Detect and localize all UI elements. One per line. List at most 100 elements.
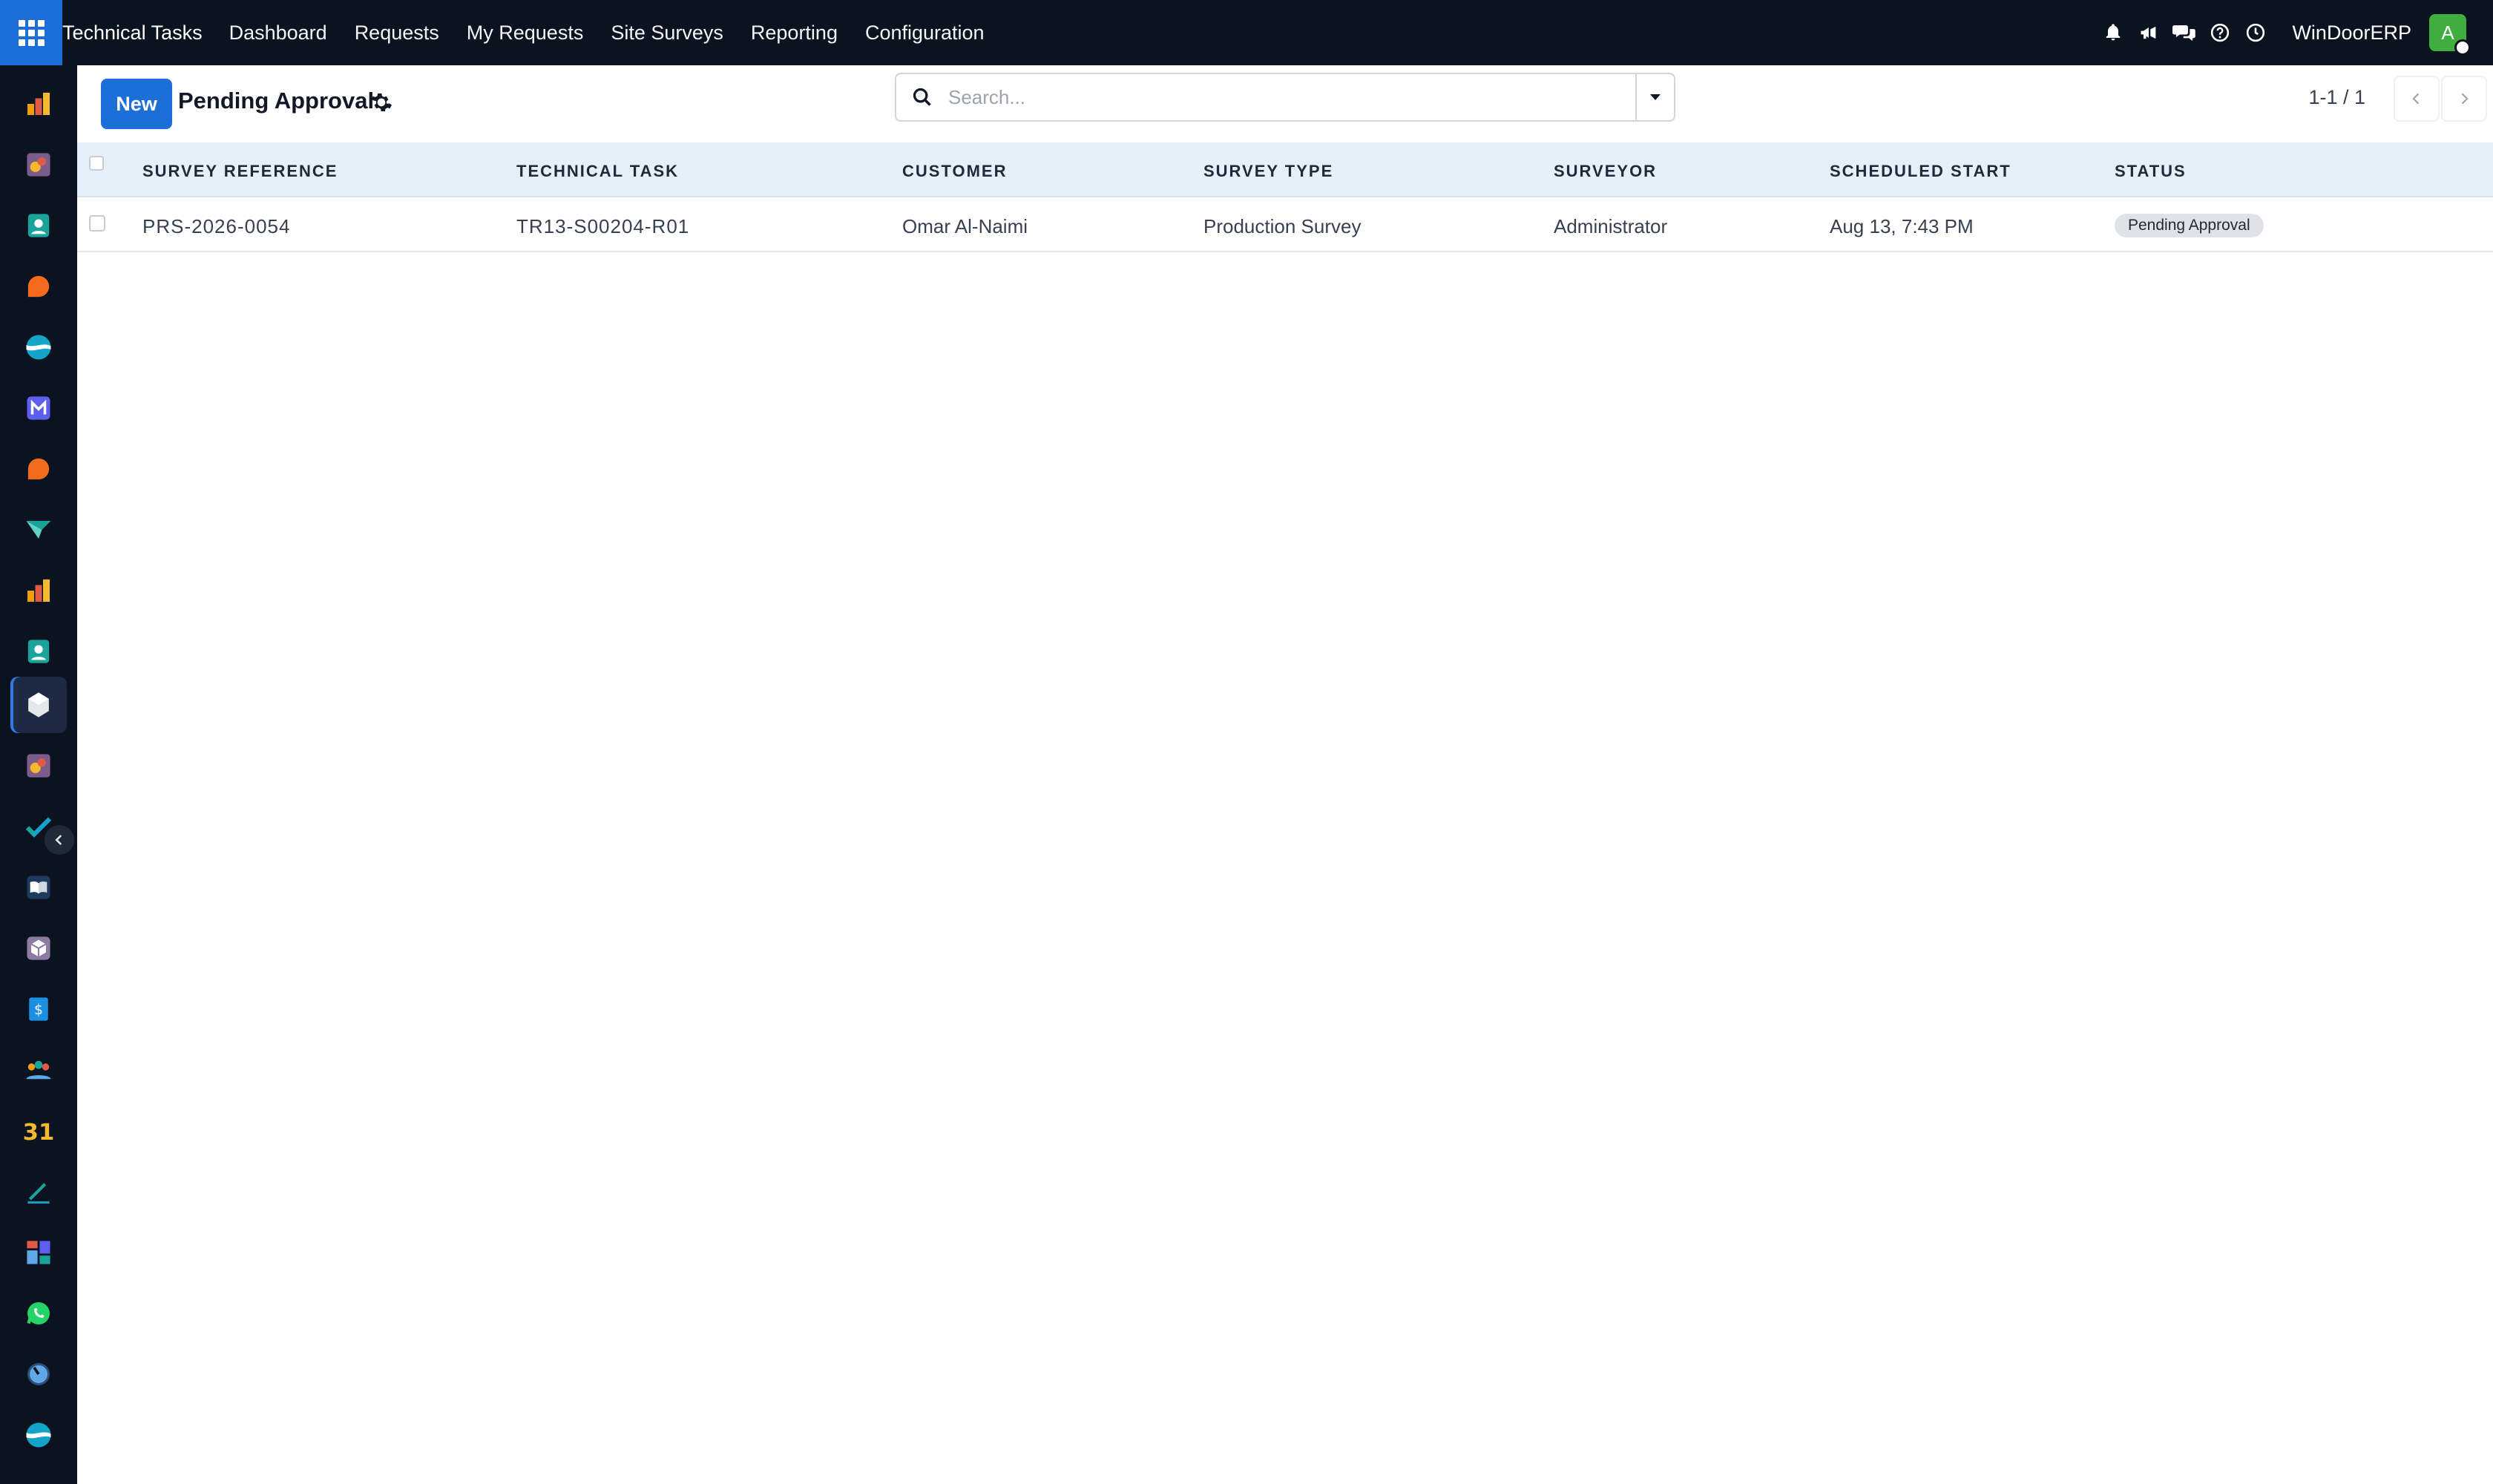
pager-previous-button[interactable] bbox=[2394, 76, 2440, 122]
contacts-2-icon bbox=[27, 640, 50, 663]
sales-2-icon bbox=[27, 754, 50, 778]
cell-survey-reference: PRS-2026-0054 bbox=[142, 215, 291, 237]
pager-value[interactable]: 1-1 / 1 bbox=[2308, 86, 2365, 109]
accounting-icon: $ bbox=[29, 997, 48, 1021]
company-switcher[interactable]: WinDoorERP bbox=[2292, 22, 2411, 45]
sidebar-item-dashboards-2[interactable] bbox=[10, 562, 67, 619]
discuss-icon bbox=[27, 275, 50, 298]
chevron-right-icon bbox=[2461, 93, 2469, 105]
table-header: SURVEY REFERENCE TECHNICAL TASK CUSTOMER… bbox=[77, 142, 2493, 197]
megaphone-icon[interactable] bbox=[2132, 16, 2166, 50]
technical-tasks-icon bbox=[28, 692, 49, 718]
bell-icon[interactable] bbox=[2096, 16, 2130, 50]
menu-item-site-surveys[interactable]: Site Surveys bbox=[611, 22, 723, 45]
search-input[interactable] bbox=[948, 85, 1635, 109]
menu-item-dashboard[interactable]: Dashboard bbox=[229, 22, 327, 45]
list-view: SURVEY REFERENCE TECHNICAL TASK CUSTOMER… bbox=[77, 142, 2493, 252]
website-2-icon bbox=[26, 1422, 51, 1448]
gear-icon[interactable] bbox=[369, 91, 393, 114]
page-title: Pending Approval bbox=[178, 88, 375, 114]
sidebar-item-knowledge[interactable] bbox=[10, 859, 67, 916]
column-technical-task[interactable]: TECHNICAL TASK bbox=[516, 162, 679, 181]
sidebar-collapse-button[interactable] bbox=[43, 824, 76, 856]
cell-surveyor: Administrator bbox=[1554, 215, 1668, 237]
avatar-initial: A bbox=[2441, 21, 2454, 44]
sidebar-item-clock[interactable] bbox=[10, 1346, 67, 1402]
sign-icon bbox=[27, 1183, 50, 1204]
sidebar-item-dashboards[interactable] bbox=[10, 76, 67, 132]
clock-icon[interactable] bbox=[2239, 16, 2273, 50]
cell-technical-task: TR13-S00204-R01 bbox=[516, 215, 690, 237]
row-checkbox[interactable] bbox=[89, 215, 105, 232]
column-surveyor[interactable]: SURVEYOR bbox=[1554, 162, 1657, 181]
status-badge: Pending Approval bbox=[2115, 214, 2264, 237]
studio-icon bbox=[26, 521, 51, 539]
sidebar-item-sign[interactable] bbox=[10, 1163, 67, 1220]
select-all-checkbox[interactable] bbox=[89, 156, 104, 171]
employees-icon bbox=[26, 1060, 51, 1080]
caret-down-icon bbox=[1650, 94, 1661, 100]
control-panel: New Pending Approval 1-1 / 1 bbox=[77, 65, 2493, 142]
column-customer[interactable]: CUSTOMER bbox=[902, 162, 1008, 181]
website-icon bbox=[26, 335, 51, 360]
app-switcher-button[interactable] bbox=[0, 0, 62, 65]
cell-survey-type: Production Survey bbox=[1203, 215, 1362, 237]
sidebar-item-calendar[interactable]: 31 bbox=[10, 1103, 67, 1159]
sidebar-item-contacts[interactable] bbox=[10, 197, 67, 254]
sidebar-item-whatsapp[interactable] bbox=[10, 1285, 67, 1342]
sidebar-item-email-marketing[interactable] bbox=[10, 380, 67, 436]
menu-item-configuration[interactable]: Configuration bbox=[865, 22, 985, 45]
sidebar-item-website[interactable] bbox=[10, 319, 67, 375]
sidebar-item-contacts-2[interactable] bbox=[10, 623, 67, 680]
new-button[interactable]: New bbox=[101, 79, 172, 129]
livechat-icon bbox=[27, 458, 50, 480]
calendar-icon: 31 bbox=[24, 1120, 53, 1143]
sidebar-item-accounting[interactable]: $ bbox=[10, 981, 67, 1037]
column-survey-type[interactable]: SURVEY TYPE bbox=[1203, 162, 1333, 181]
app-name[interactable]: Technical Tasks bbox=[62, 22, 203, 45]
dashboards-2-icon bbox=[27, 580, 50, 602]
menu-item-my-requests[interactable]: My Requests bbox=[467, 22, 584, 45]
column-scheduled-start[interactable]: SCHEDULED START bbox=[1830, 162, 2011, 181]
sidebar-item-sales[interactable] bbox=[10, 137, 67, 193]
menu-item-requests[interactable]: Requests bbox=[355, 22, 439, 45]
pager-next-button[interactable] bbox=[2441, 76, 2487, 122]
svg-text:$: $ bbox=[34, 1002, 43, 1018]
contacts-icon bbox=[27, 214, 50, 237]
chat-bubbles-icon[interactable] bbox=[2167, 16, 2201, 50]
email-marketing-icon bbox=[27, 396, 50, 420]
app-sidebar: $ 31 bbox=[0, 65, 77, 1484]
whatsapp-icon bbox=[27, 1302, 50, 1324]
apps-grid-icon bbox=[18, 19, 45, 46]
search-options-toggle[interactable] bbox=[1635, 74, 1674, 120]
sidebar-item-livechat[interactable] bbox=[10, 441, 67, 497]
user-avatar[interactable]: A bbox=[2429, 14, 2471, 56]
apps-dashboard-icon bbox=[27, 1241, 50, 1264]
sidebar-item-discuss[interactable] bbox=[10, 258, 67, 315]
menu-item-reporting[interactable]: Reporting bbox=[751, 22, 838, 45]
search-bar bbox=[895, 73, 1675, 122]
sidebar-item-apps-dashboard[interactable] bbox=[10, 1224, 67, 1281]
sidebar-item-sales-2[interactable] bbox=[10, 738, 67, 794]
inventory-icon bbox=[27, 936, 50, 960]
column-survey-reference[interactable]: SURVEY REFERENCE bbox=[142, 162, 338, 181]
chevron-left-icon bbox=[2412, 93, 2420, 105]
sidebar-item-website-2[interactable] bbox=[10, 1407, 67, 1463]
top-navbar: Technical Tasks Dashboard Requests My Re… bbox=[0, 0, 2493, 65]
sales-icon bbox=[27, 153, 50, 177]
sidebar-item-studio[interactable] bbox=[10, 502, 67, 558]
column-status[interactable]: STATUS bbox=[2115, 162, 2187, 181]
sidebar-item-employees[interactable] bbox=[10, 1042, 67, 1098]
cell-scheduled-start: Aug 13, 7:43 PM bbox=[1830, 215, 1974, 237]
timer-icon bbox=[27, 1363, 50, 1385]
presence-indicator bbox=[2454, 39, 2471, 56]
chevron-left-icon bbox=[55, 835, 62, 845]
sidebar-item-inventory[interactable] bbox=[10, 920, 67, 976]
systray: WinDoorERP A bbox=[2095, 0, 2471, 65]
search-icon bbox=[896, 87, 948, 108]
table-row[interactable]: PRS-2026-0054 TR13-S00204-R01 Omar Al-Na… bbox=[77, 197, 2493, 252]
svg-text:31: 31 bbox=[24, 1120, 53, 1143]
knowledge-icon bbox=[27, 876, 50, 899]
help-icon[interactable] bbox=[2203, 16, 2237, 50]
sidebar-item-technical-tasks[interactable] bbox=[10, 677, 67, 733]
